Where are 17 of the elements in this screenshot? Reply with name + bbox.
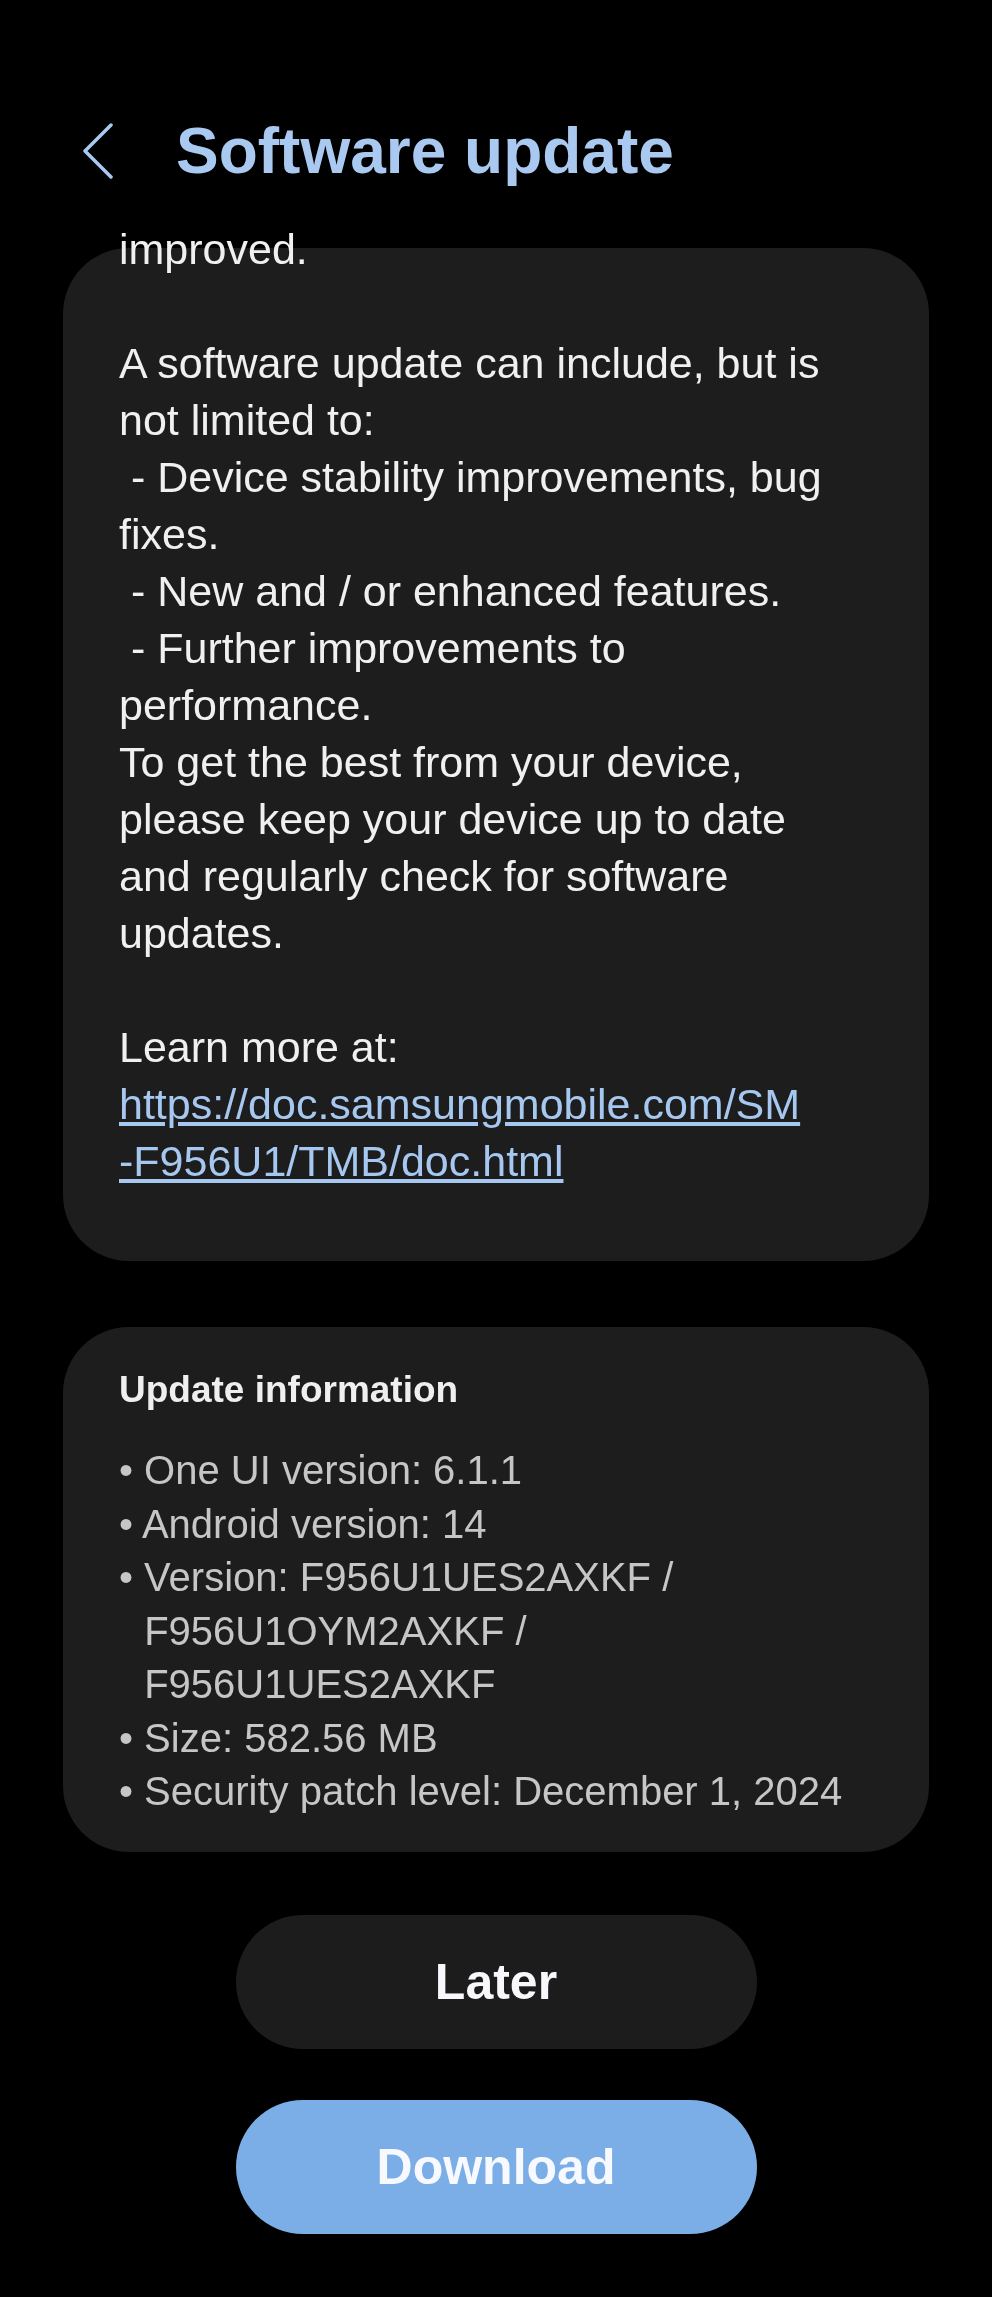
body-text: - New and / or enhanced features. (129, 566, 783, 617)
page-title: Software update (176, 116, 674, 186)
info-text: • Size: 582.56 MB (119, 1714, 439, 1762)
info-text: • Security patch level: December 1, 2024 (119, 1768, 844, 1815)
doc-link[interactable]: https://doc.samsungmobile.com/SM-F956U1/TMB/doc.html (119, 1076, 807, 1190)
later-button[interactable]: Later (235, 1914, 757, 2049)
section-title: Update information (119, 1368, 460, 1412)
body-text: A software update can include, but is not limited to: (119, 338, 821, 446)
back-icon[interactable] (82, 123, 114, 179)
info-text: • Android version: 14 (119, 1500, 488, 1548)
body-text: Learn more at: (119, 1022, 400, 1073)
body-text: - Device stability improvements, bug fixes. (119, 452, 823, 560)
body-text: improved. (119, 224, 309, 275)
info-text: • Version: F956U1UES2AXKF / F956U1OYM2AXKF / F956U1UES2AXKF (119, 1554, 675, 1708)
body-text: - Further improvements to performance. (119, 623, 627, 731)
info-text: • One UI version: 6.1.1 (119, 1447, 524, 1494)
body-text: To get the best from your device, please keep your device up to date and regularly check for software updates. (119, 737, 787, 959)
